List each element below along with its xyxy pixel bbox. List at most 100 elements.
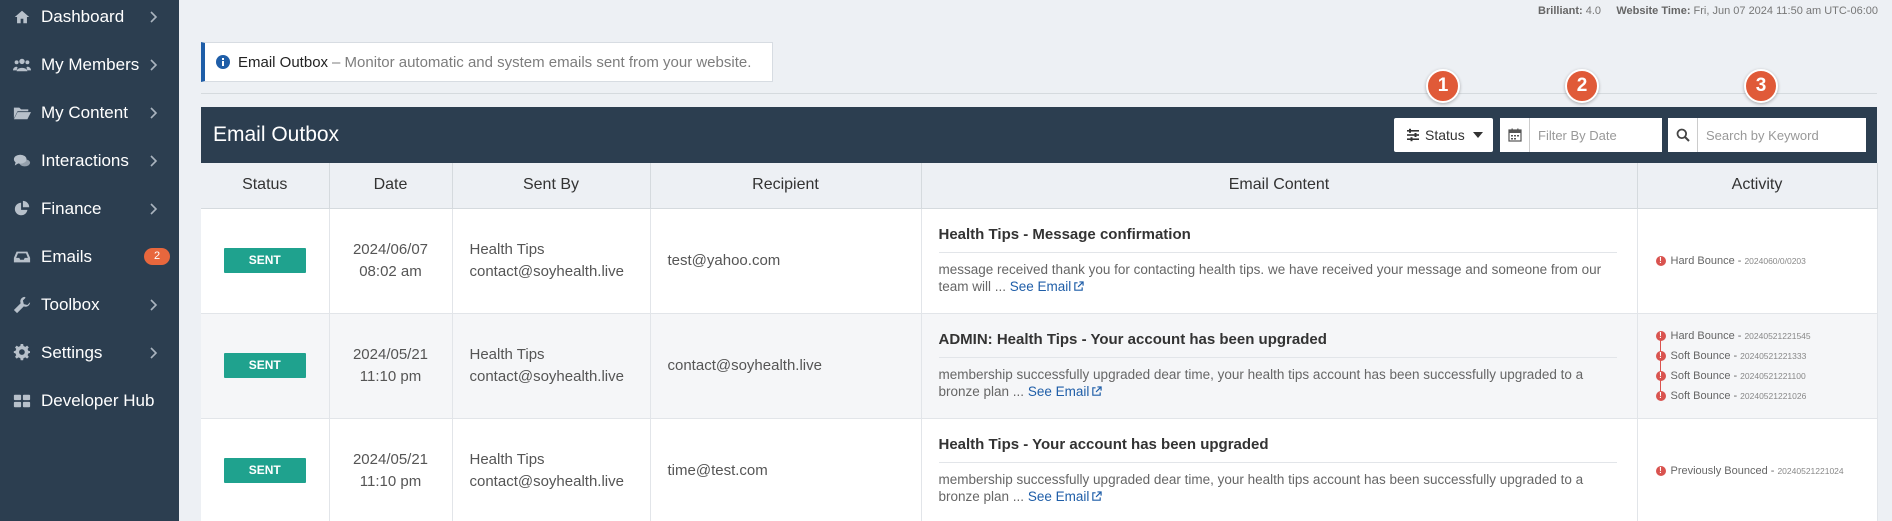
sidebar-item-label: My Members <box>41 55 140 74</box>
email-subject: ADMIN: Health Tips - Your account has be… <box>938 331 1617 358</box>
activity-timestamp: 20240521221100 <box>1740 370 1806 381</box>
sent-date: 2024/05/21 <box>352 450 429 468</box>
brilliant-label: Brilliant: <box>1538 5 1583 17</box>
date-cell: 2024/05/21 11:10 pm <box>329 418 453 521</box>
inbox-icon <box>12 247 32 267</box>
status-cell: SENT <box>201 418 330 521</box>
unread-count-badge: 2 <box>144 248 170 265</box>
sidebar-item-label: Settings <box>41 343 103 362</box>
sidebar-item-settings[interactable]: Settings <box>0 329 179 377</box>
email-content-cell: ADMIN: Health Tips - Your account has be… <box>921 313 1638 419</box>
chevron-right-icon <box>145 345 161 361</box>
column-header-activity[interactable]: Activity <box>1637 163 1878 209</box>
date-filter-input[interactable] <box>1530 120 1650 150</box>
column-header-recipient[interactable]: Recipient <box>650 163 922 209</box>
search-input[interactable] <box>1698 120 1858 150</box>
see-email-link[interactable]: See Email <box>1010 279 1085 294</box>
activity-timestamp: 20240521221333 <box>1740 350 1807 361</box>
external-link-icon <box>1074 281 1084 291</box>
activity-item: ! Soft Bounce -20240521221026 <box>1655 386 1877 406</box>
status-badge: SENT <box>223 458 306 483</box>
column-header-date[interactable]: Date <box>329 163 453 209</box>
marker-2: 2 <box>1565 69 1599 103</box>
recipient-cell: time@test.com <box>650 418 922 521</box>
table-header-row: Status Date Sent By Recipient Email Cont… <box>201 163 1878 209</box>
sender-cell: Health Tips contact@soyhealth.live <box>452 208 651 314</box>
website-time-label: Website Time: <box>1616 5 1691 17</box>
alert-icon: ! <box>1655 350 1666 361</box>
sidebar-item-label: Finance <box>41 199 102 218</box>
activity-label: Previously Bounced - <box>1670 464 1775 477</box>
status-filter-button[interactable]: Status <box>1394 118 1493 152</box>
sidebar: Dashboard My Members My Content Interact… <box>0 0 179 521</box>
activity-cell: ! Hard Bounce -20240521221545 ! Soft Bounc… <box>1637 313 1878 419</box>
external-link-icon <box>1092 491 1103 501</box>
site-status-bar: Brilliant: 4.0 Website Time: Fri, Jun 07… <box>1538 5 1878 17</box>
page-title: Email Outbox <box>238 53 329 71</box>
alert-icon: ! <box>1655 390 1666 401</box>
see-email-label: See Email <box>1027 384 1090 399</box>
date-filter[interactable] <box>1500 118 1662 152</box>
sidebar-item-label: Toolbox <box>41 295 100 314</box>
column-header-email-content[interactable]: Email Content <box>921 163 1638 209</box>
sliders-icon <box>1407 128 1419 142</box>
activity-item: ! Hard Bounce -20240521221545 <box>1655 326 1877 352</box>
sidebar-item-finance[interactable]: Finance <box>0 185 179 233</box>
column-header-status[interactable]: Status <box>201 163 330 209</box>
sender-email: contact@soyhealth.live <box>469 367 624 385</box>
gear-icon <box>12 343 32 363</box>
chevron-right-icon <box>145 9 161 25</box>
see-email-label: See Email <box>1009 279 1072 294</box>
activity-item: ! Soft Bounce -20240521221333 <box>1655 346 1877 372</box>
see-email-label: See Email <box>1027 489 1090 504</box>
chevron-right-icon <box>145 153 161 169</box>
see-email-link[interactable]: See Email <box>1028 489 1103 504</box>
activity-item: ! Soft Bounce -20240521221100 <box>1655 366 1877 392</box>
email-snippet: membership successfully upgraded dear ti… <box>939 366 1617 400</box>
alert-icon: ! <box>1655 370 1666 381</box>
activity-timestamp: 20240521221024 <box>1777 465 1844 476</box>
chevron-right-icon <box>145 105 161 121</box>
activity-label: Hard Bounce - <box>1670 329 1742 342</box>
sidebar-item-my-content[interactable]: My Content <box>0 89 179 137</box>
divider <box>201 93 1877 94</box>
sender-name: Health Tips <box>469 450 545 468</box>
sidebar-item-label: Dashboard <box>41 7 125 26</box>
activity-label: Soft Bounce - <box>1670 389 1738 402</box>
sidebar-item-developer-hub[interactable]: Developer Hub <box>0 377 179 425</box>
activity-list: ! Previously Bounced -20240521221024 <box>1655 461 1877 481</box>
status-filter-label: Status <box>1425 127 1465 143</box>
sent-time: 11:10 pm <box>359 367 422 385</box>
caret-down-icon <box>1473 132 1483 138</box>
website-time-value: Fri, Jun 07 2024 11:50 am UTC-06:00 <box>1693 5 1878 17</box>
email-content-cell: Health Tips - Message confirmation messa… <box>921 208 1638 314</box>
activity-timestamp: 20240521221545 <box>1744 330 1811 341</box>
date-cell: 2024/05/21 11:10 pm <box>329 313 453 419</box>
pie-chart-icon <box>12 199 32 219</box>
alert-icon: ! <box>1655 330 1666 341</box>
chevron-right-icon <box>145 201 161 217</box>
table-row: SENT 2024/06/07 08:02 am Health Tips conta… <box>201 208 1878 314</box>
activity-item: ! Previously Bounced -20240521221024 <box>1655 461 1877 481</box>
sidebar-item-interactions[interactable]: Interactions <box>0 137 179 185</box>
table-row: SENT 2024/05/21 11:10 pm Health Tips conta… <box>201 418 1878 521</box>
sent-time: 11:10 pm <box>359 472 422 490</box>
calendar-icon <box>1500 118 1530 152</box>
see-email-link[interactable]: See Email <box>1028 384 1103 399</box>
sidebar-item-toolbox[interactable]: Toolbox <box>0 281 179 329</box>
keyword-search[interactable] <box>1668 118 1866 152</box>
email-outbox-panel: Email Outbox Status Status Date Sent By … <box>201 107 1878 521</box>
sidebar-item-dashboard[interactable]: Dashboard <box>0 0 179 41</box>
grid-icon <box>12 391 32 411</box>
page-subtitle: – Monitor automatic and system emails se… <box>332 53 752 71</box>
email-snippet: membership successfully upgraded dear ti… <box>939 471 1617 505</box>
sidebar-item-emails[interactable]: Emails 2 <box>0 233 179 281</box>
marker-3: 3 <box>1744 69 1778 103</box>
wrench-icon <box>12 295 32 315</box>
activity-timestamp: 20240521221026 <box>1740 390 1807 401</box>
activity-cell: ! Previously Bounced -20240521221024 <box>1637 418 1878 521</box>
email-table: Status Date Sent By Recipient Email Cont… <box>201 163 1878 521</box>
sender-email: contact@soyhealth.live <box>469 472 624 490</box>
sidebar-item-my-members[interactable]: My Members <box>0 41 179 89</box>
column-header-sent-by[interactable]: Sent By <box>452 163 651 209</box>
